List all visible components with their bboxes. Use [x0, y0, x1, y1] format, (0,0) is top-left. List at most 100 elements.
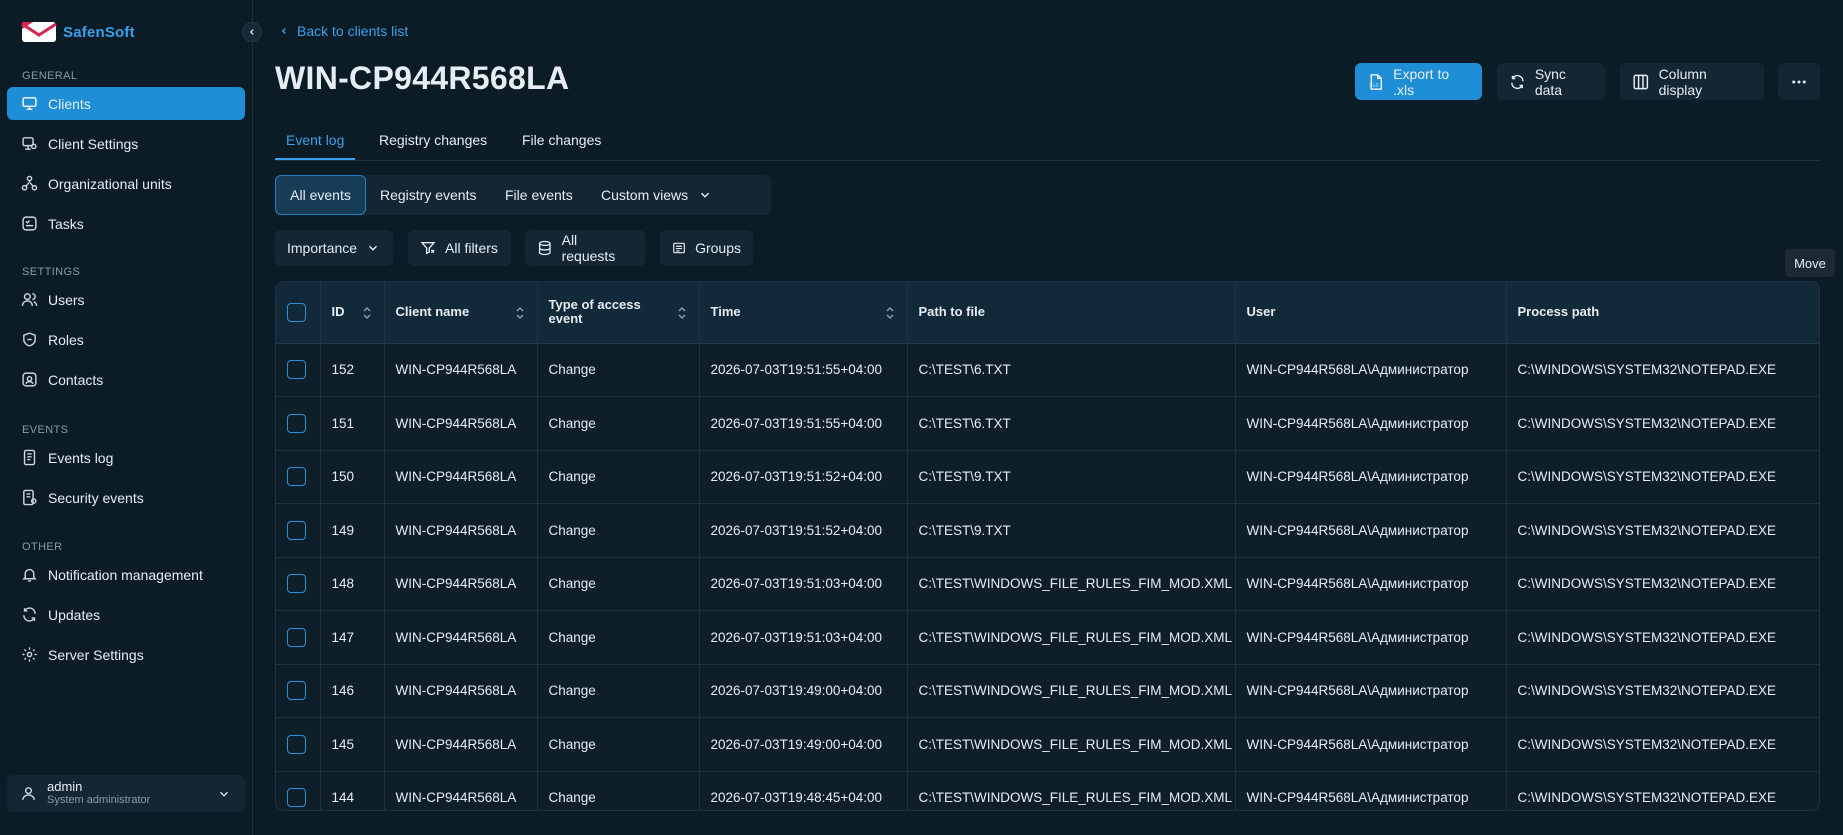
- collapse-sidebar-button[interactable]: [242, 22, 262, 42]
- all-requests-button[interactable]: All requests: [525, 230, 645, 266]
- cell-time: 2026-07-03T19:49:00+04:00: [699, 717, 908, 772]
- tab-registry-changes[interactable]: Registry changes: [368, 130, 498, 160]
- sidebar-item-label: Events log: [48, 449, 114, 466]
- table-row[interactable]: 145 WIN-CP944R568LA Change 2026-07-03T19…: [276, 717, 1819, 772]
- column-header-client-name[interactable]: Client name: [384, 282, 538, 344]
- cell-user: WIN-CP944R568LA\Администратор: [1235, 503, 1507, 558]
- importance-dropdown[interactable]: Importance: [275, 230, 393, 266]
- cell-id: 144: [320, 771, 385, 810]
- events-table: ID Client name Type of access event Time…: [276, 282, 1819, 810]
- row-checkbox[interactable]: [287, 788, 306, 808]
- row-checkbox[interactable]: [287, 520, 306, 540]
- cell-path-to-file: C:\TEST\6.TXT: [907, 343, 1236, 397]
- sidebar-item-notification-management[interactable]: Notification management: [7, 558, 245, 591]
- cell-client-name: WIN-CP944R568LA: [384, 450, 538, 504]
- column-display-button[interactable]: Column display: [1620, 63, 1764, 100]
- row-checkbox[interactable]: [287, 360, 306, 380]
- more-options-button[interactable]: [1778, 63, 1820, 100]
- tab-file-changes[interactable]: File changes: [511, 130, 612, 160]
- sidebar-item-organizational-units[interactable]: Organizational units: [7, 167, 245, 200]
- sidebar-item-users[interactable]: Users: [7, 283, 245, 316]
- user-menu[interactable]: admin System administrator: [7, 775, 245, 812]
- cell-client-name: WIN-CP944R568LA: [384, 396, 538, 451]
- groups-button[interactable]: Groups: [660, 230, 753, 266]
- cell-access-type: Change: [537, 771, 700, 810]
- importance-label: Importance: [287, 240, 358, 256]
- cell-time: 2026-07-03T19:49:00+04:00: [699, 664, 908, 718]
- table-row[interactable]: 146 WIN-CP944R568LA Change 2026-07-03T19…: [276, 664, 1819, 718]
- column-header-process-path[interactable]: Process path: [1506, 282, 1819, 344]
- row-checkbox[interactable]: [287, 413, 306, 433]
- security-document-icon: [23, 489, 37, 506]
- section-settings: SETTINGS: [22, 266, 81, 278]
- row-select-cell: [276, 503, 321, 558]
- user-name: admin: [47, 779, 83, 794]
- table-row[interactable]: 150 WIN-CP944R568LA Change 2026-07-03T19…: [276, 450, 1819, 504]
- column-header-user[interactable]: User: [1235, 282, 1507, 344]
- sidebar-item-security-events[interactable]: Security events: [7, 481, 245, 514]
- row-checkbox[interactable]: [287, 627, 306, 647]
- select-all-checkbox[interactable]: [287, 302, 306, 322]
- sidebar-item-client-settings[interactable]: Client Settings: [7, 127, 245, 160]
- sidebar-item-tasks[interactable]: Tasks: [7, 207, 245, 240]
- segment-file-events[interactable]: File events: [491, 175, 587, 215]
- brand[interactable]: SafenSoft: [21, 20, 135, 44]
- back-to-clients-link[interactable]: Back to clients list: [279, 23, 408, 39]
- row-checkbox[interactable]: [287, 574, 306, 594]
- shield-icon: [23, 332, 36, 347]
- table-row[interactable]: 151 WIN-CP944R568LA Change 2026-07-03T19…: [276, 396, 1819, 451]
- segment-registry-events[interactable]: Registry events: [366, 175, 490, 215]
- all-filters-button[interactable]: All filters: [408, 230, 511, 266]
- segment-all-events[interactable]: All events: [275, 175, 366, 215]
- sidebar-item-events-log[interactable]: Events log: [7, 441, 245, 474]
- sidebar-item-roles[interactable]: Roles: [7, 323, 245, 356]
- groups-label: Groups: [695, 240, 741, 256]
- sidebar-item-label: Organizational units: [48, 175, 172, 192]
- tab-event-log[interactable]: Event log: [275, 130, 356, 160]
- row-select-cell: [276, 450, 321, 504]
- cell-path-to-file: C:\TEST\WINDOWS_FILE_RULES_FIM_MOD.XML: [907, 664, 1236, 718]
- sidebar-item-updates[interactable]: Updates: [7, 598, 245, 631]
- export-xls-button[interactable]: XLS Export to .xls: [1355, 63, 1482, 100]
- table-row[interactable]: 149 WIN-CP944R568LA Change 2026-07-03T19…: [276, 503, 1819, 558]
- cell-time: 2026-07-03T19:51:55+04:00: [699, 396, 908, 451]
- cell-user: WIN-CP944R568LA\Администратор: [1235, 717, 1507, 772]
- cell-process-path: C:\WINDOWS\SYSTEM32\NOTEPAD.EXE: [1506, 503, 1819, 558]
- refresh-icon: [23, 607, 36, 622]
- cell-access-type: Change: [537, 664, 700, 718]
- column-header-type-of-access-event[interactable]: Type of access event: [537, 282, 700, 344]
- back-link-label: Back to clients list: [297, 23, 409, 39]
- table-header-row: ID Client name Type of access event Time…: [276, 282, 1819, 344]
- cell-id: 146: [320, 664, 385, 718]
- columns-icon: [1633, 74, 1649, 89]
- row-select-cell: [276, 717, 321, 772]
- sidebar-item-label: Clients: [48, 95, 91, 112]
- row-checkbox[interactable]: [287, 681, 306, 701]
- table-row[interactable]: 144 WIN-CP944R568LA Change 2026-07-03T19…: [276, 771, 1819, 810]
- sync-data-button[interactable]: Sync data: [1497, 63, 1605, 100]
- cell-client-name: WIN-CP944R568LA: [384, 664, 538, 718]
- cell-path-to-file: C:\TEST\9.TXT: [907, 450, 1236, 504]
- cell-process-path: C:\WINDOWS\SYSTEM32\NOTEPAD.EXE: [1506, 396, 1819, 451]
- cell-id: 145: [320, 717, 385, 772]
- row-checkbox[interactable]: [287, 467, 306, 487]
- cell-process-path: C:\WINDOWS\SYSTEM32\NOTEPAD.EXE: [1506, 557, 1819, 611]
- cell-process-path: C:\WINDOWS\SYSTEM32\NOTEPAD.EXE: [1506, 450, 1819, 504]
- sidebar-item-server-settings[interactable]: Server Settings: [7, 638, 245, 671]
- cell-process-path: C:\WINDOWS\SYSTEM32\NOTEPAD.EXE: [1506, 343, 1819, 397]
- more-horizontal-icon: [1792, 80, 1806, 83]
- row-checkbox[interactable]: [287, 734, 306, 754]
- column-header-time[interactable]: Time: [699, 282, 908, 344]
- column-header-id[interactable]: ID: [320, 282, 385, 344]
- sidebar-item-clients[interactable]: Clients: [7, 87, 245, 120]
- segment-custom-views[interactable]: Custom views: [587, 175, 726, 215]
- cell-path-to-file: C:\TEST\6.TXT: [907, 396, 1236, 451]
- column-header-path-to-file[interactable]: Path to file: [907, 282, 1236, 344]
- sidebar-item-contacts[interactable]: Contacts: [7, 363, 245, 396]
- table-row[interactable]: 148 WIN-CP944R568LA Change 2026-07-03T19…: [276, 557, 1819, 611]
- table-row[interactable]: 152 WIN-CP944R568LA Change 2026-07-03T19…: [276, 343, 1819, 397]
- cell-access-type: Change: [537, 557, 700, 611]
- cell-client-name: WIN-CP944R568LA: [384, 557, 538, 611]
- table-row[interactable]: 147 WIN-CP944R568LA Change 2026-07-03T19…: [276, 610, 1819, 665]
- sidebar-item-label: Tasks: [48, 215, 84, 232]
